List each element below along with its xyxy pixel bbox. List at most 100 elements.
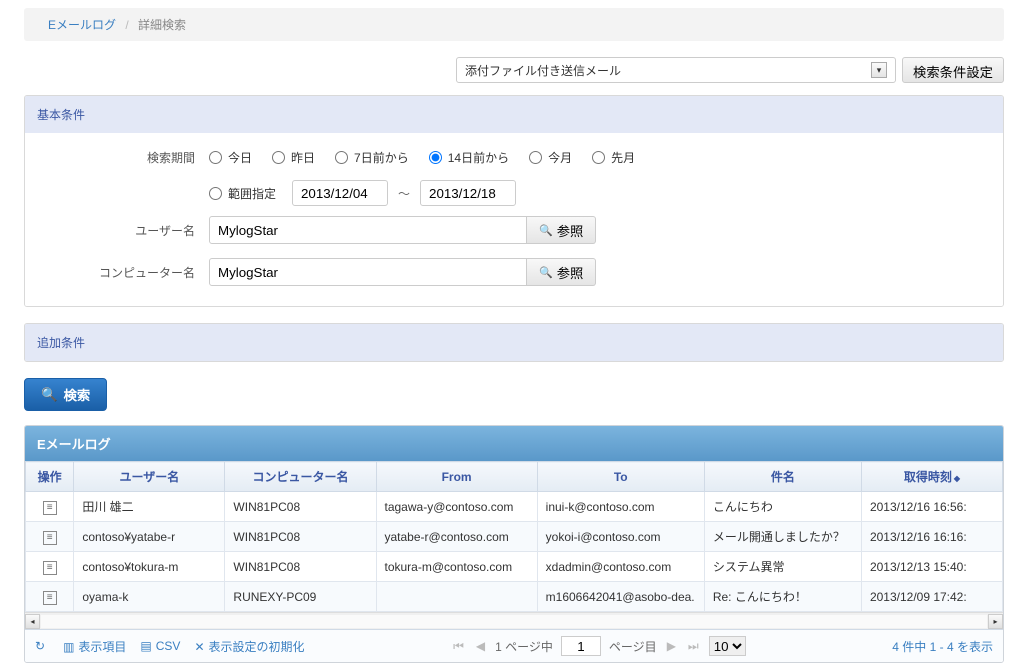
cell-computer: WIN81PC08 (225, 492, 376, 522)
search-icon: 🔍 (539, 266, 553, 279)
grid-header-row: 操作 ユーザー名 コンピューター名 From To 件名 取得時刻◆ (26, 462, 1003, 492)
cell-subject: メール開通しましたか？ (704, 522, 861, 552)
cell-subject: Re: こんにちわ！ (704, 582, 861, 612)
grid-title: Eメールログ (25, 426, 1003, 461)
additional-conditions-title[interactable]: 追加条件 (25, 324, 1003, 361)
date-range-row: 範囲指定 〜 (209, 180, 979, 206)
col-op[interactable]: 操作 (26, 462, 74, 492)
cell-user: oyama-k (74, 582, 225, 612)
user-row: ユーザー名 🔍参照 (49, 216, 979, 244)
period-row: 検索期間 今日 昨日 7日前から 14日前から 今月 先月 (49, 149, 979, 166)
scroll-right-icon[interactable]: ▸ (988, 614, 1003, 629)
pager-first-icon[interactable]: ⏮ (451, 639, 466, 654)
period-radio-group: 今日 昨日 7日前から 14日前から 今月 先月 (209, 149, 635, 166)
cell-computer: WIN81PC08 (225, 522, 376, 552)
cell-from: tagawa-y@contoso.com (376, 492, 537, 522)
results-grid: Eメールログ 操作 ユーザー名 コンピューター名 From To 件名 取得時刻… (24, 425, 1004, 663)
pager-pagesize-select[interactable]: 10 (709, 636, 746, 656)
pager-before-label: 1 ページ中 (495, 638, 553, 655)
cell-time: 2013/12/16 16:16: (861, 522, 1002, 552)
cell-user: 田川 雄二 (74, 492, 225, 522)
user-input[interactable] (209, 216, 527, 244)
cell-computer: RUNEXY-PC09 (225, 582, 376, 612)
period-label: 検索期間 (49, 149, 209, 166)
row-detail-icon[interactable]: ≡ (43, 531, 57, 545)
pager-next-icon[interactable]: ▶ (665, 639, 678, 653)
pager-after-label: ページ目 (609, 638, 657, 655)
breadcrumb: Eメールログ / 詳細検索 (24, 8, 1004, 41)
computer-input[interactable] (209, 258, 527, 286)
cell-time: 2013/12/09 17:42: (861, 582, 1002, 612)
search-button-row: 🔍 検索 (24, 378, 1004, 411)
table-row[interactable]: ≡ contoso¥tokura-mWIN81PC08tokura-m@conto… (26, 552, 1003, 582)
radio-today[interactable]: 今日 (209, 149, 252, 166)
cell-from (376, 582, 537, 612)
cell-from: tokura-m@contoso.com (376, 552, 537, 582)
breadcrumb-link[interactable]: Eメールログ (48, 18, 116, 32)
pager: ⏮ ◀ 1 ページ中 ページ目 ▶ ⏭ 10 (451, 636, 746, 656)
breadcrumb-current: 詳細検索 (138, 18, 186, 32)
scroll-left-icon[interactable]: ◂ (25, 614, 40, 629)
search-settings-button[interactable]: 検索条件設定 (902, 57, 1004, 83)
search-button[interactable]: 🔍 検索 (24, 378, 107, 411)
cell-to: xdadmin@contoso.com (537, 552, 704, 582)
csv-button[interactable]: CSV (140, 639, 180, 653)
user-label: ユーザー名 (49, 222, 209, 239)
cell-user: contoso¥yatabe-r (74, 522, 225, 552)
pager-prev-icon[interactable]: ◀ (474, 639, 487, 653)
radio-thismonth[interactable]: 今月 (529, 149, 572, 166)
date-from-input[interactable] (292, 180, 388, 206)
radio-from14[interactable]: 14日前から (429, 149, 509, 166)
col-user[interactable]: ユーザー名 (74, 462, 225, 492)
refresh-button[interactable] (35, 639, 49, 653)
computer-ref-button[interactable]: 🔍参照 (527, 258, 596, 286)
reset-display-button[interactable]: 表示設定の初期化 (194, 638, 304, 655)
results-table: 操作 ユーザー名 コンピューター名 From To 件名 取得時刻◆ ≡ 田川 雄… (25, 461, 1003, 612)
chevron-down-icon: ▾ (871, 62, 887, 78)
col-to[interactable]: To (537, 462, 704, 492)
filter-toolbar: 添付ファイル付き送信メール ▾ 検索条件設定 (24, 57, 1004, 83)
row-detail-icon[interactable]: ≡ (43, 591, 57, 605)
cell-from: yatabe-r@contoso.com (376, 522, 537, 552)
radio-yesterday[interactable]: 昨日 (272, 149, 315, 166)
pager-last-icon[interactable]: ⏭ (686, 639, 701, 654)
columns-button[interactable]: 表示項目 (63, 638, 126, 655)
cell-to: yokoi-i@contoso.com (537, 522, 704, 552)
date-tilde: 〜 (398, 185, 410, 202)
col-from[interactable]: From (376, 462, 537, 492)
filter-dropdown[interactable]: 添付ファイル付き送信メール ▾ (456, 57, 896, 83)
pager-page-input[interactable] (561, 636, 601, 656)
radio-range[interactable]: 範囲指定 (209, 185, 276, 202)
cell-user: contoso¥tokura-m (74, 552, 225, 582)
additional-conditions-panel: 追加条件 (24, 323, 1004, 362)
user-ref-button[interactable]: 🔍参照 (527, 216, 596, 244)
cell-to: inui-k@contoso.com (537, 492, 704, 522)
record-count: 4 件中 1 - 4 を表示 (892, 638, 993, 655)
filter-dropdown-label: 添付ファイル付き送信メール (465, 62, 621, 79)
radio-from7[interactable]: 7日前から (335, 149, 409, 166)
table-row[interactable]: ≡ contoso¥yatabe-rWIN81PC08yatabe-r@conto… (26, 522, 1003, 552)
footer-left-tools: 表示項目 CSV 表示設定の初期化 (35, 638, 305, 655)
row-detail-icon[interactable]: ≡ (43, 501, 57, 515)
computer-row: コンピューター名 🔍参照 (49, 258, 979, 286)
radio-lastmonth[interactable]: 先月 (592, 149, 635, 166)
col-time[interactable]: 取得時刻◆ (861, 462, 1002, 492)
breadcrumb-sep: / (125, 18, 128, 32)
basic-conditions-panel: 基本条件 検索期間 今日 昨日 7日前から 14日前から 今月 先月 範囲指定 … (24, 95, 1004, 307)
cell-to: m1606642041@asobo-dea. (537, 582, 704, 612)
basic-conditions-title: 基本条件 (25, 96, 1003, 133)
search-icon: 🔍 (539, 224, 553, 237)
cell-time: 2013/12/16 16:56: (861, 492, 1002, 522)
cell-computer: WIN81PC08 (225, 552, 376, 582)
col-subject[interactable]: 件名 (704, 462, 861, 492)
horizontal-scrollbar[interactable]: ◂ ▸ (25, 612, 1003, 629)
sort-indicator-icon: ◆ (954, 474, 960, 483)
scroll-track[interactable] (41, 615, 987, 628)
table-row[interactable]: ≡ oyama-kRUNEXY-PC09 m1606642041@asobo-dea… (26, 582, 1003, 612)
table-row[interactable]: ≡ 田川 雄二WIN81PC08tagawa-y@contoso.cominui-… (26, 492, 1003, 522)
cell-subject: システム異常 (704, 552, 861, 582)
col-computer[interactable]: コンピューター名 (225, 462, 376, 492)
date-to-input[interactable] (420, 180, 516, 206)
search-icon: 🔍 (41, 387, 58, 403)
row-detail-icon[interactable]: ≡ (43, 561, 57, 575)
